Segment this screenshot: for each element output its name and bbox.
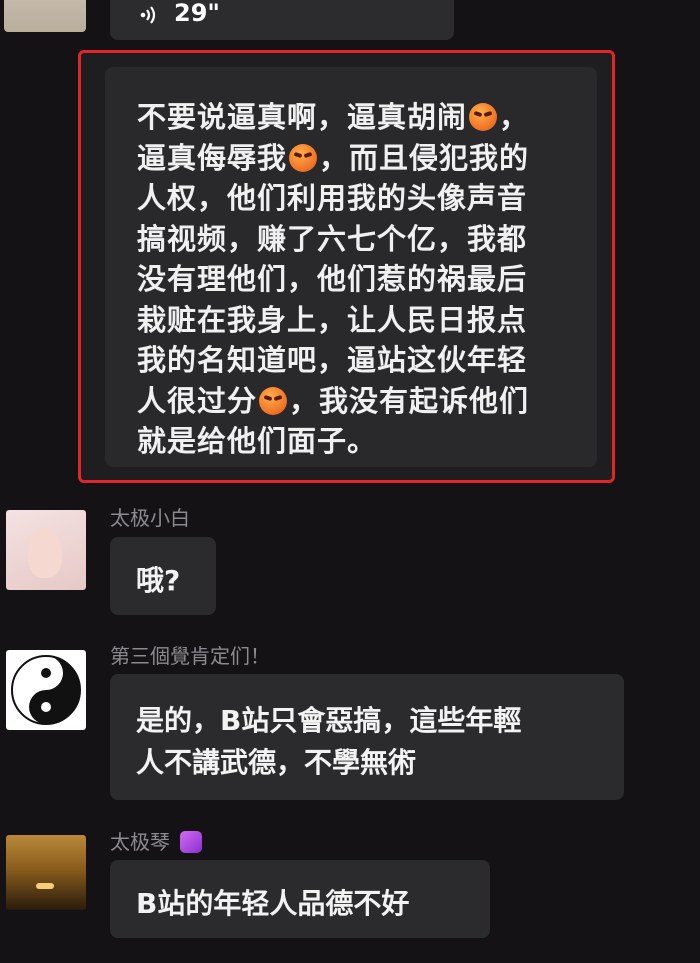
message-bubble[interactable]: 是的，B站只會惡搞，這些年輕 人不講武德，不學無術 — [110, 674, 624, 800]
message-text-line-1: 是的，B站只會惡搞，這些年輕 — [136, 704, 522, 737]
highlighted-text-segment: 就是给他们面子。 — [137, 424, 378, 458]
highlighted-text-segment: 不要说逼真啊，逼真胡闹 — [137, 100, 468, 134]
avatar-light — [36, 883, 54, 889]
highlighted-text-line: 搞视频，赚了六七个亿，我都 — [137, 219, 597, 260]
highlighted-message-frame: 不要说逼真啊，逼真胡闹 ， 逼真侮辱我 ，而且侵犯我的人权，他们利用我的头像声音 搞视频… — [78, 50, 615, 483]
highlighted-text-segment: 栽赃在我身上，让人民日报点 — [137, 302, 528, 337]
member-badge-icon — [180, 831, 203, 853]
highlighted-text-segment: 没有理他们，他们惹的祸最后 — [137, 262, 528, 296]
message-bubble[interactable]: 哦? — [110, 537, 216, 615]
message-text: B站的年轻人品德不好 — [136, 887, 410, 920]
avatar-taiji-xiaobai[interactable] — [6, 510, 86, 590]
angry-face-emoji — [469, 103, 498, 131]
highlighted-text-segment: 人很过分 — [137, 383, 258, 418]
highlighted-text-line: 人很过分 ，我没有起诉他们 — [137, 381, 597, 422]
highlighted-text-line: 人权，他们利用我的头像声音 — [137, 178, 597, 219]
angry-face-emoji — [289, 143, 318, 172]
sender-name: 第三個覺肯定们！ — [110, 644, 270, 668]
highlighted-text-line: 没有理他们，他们惹的祸最后 — [137, 259, 597, 300]
voice-duration: 29" — [174, 0, 220, 27]
highlighted-text-segment: ，我没有起诉他们 — [289, 383, 530, 418]
highlighted-message-text: 不要说逼真啊，逼真胡闹 ， 逼真侮辱我 ，而且侵犯我的人权，他们利用我的头像声音 搞视频… — [137, 97, 597, 462]
angry-face-emoji — [259, 386, 288, 415]
avatar-taiji-qin[interactable] — [6, 835, 86, 910]
message-text: 哦? — [136, 564, 181, 597]
highlighted-text-line: 就是给他们面子。 — [137, 421, 597, 462]
avatar-figure — [28, 528, 62, 578]
highlighted-text-segment: 我的名知道吧，逼站这伙年轻 — [137, 343, 528, 377]
avatar-yin-yang[interactable] — [6, 650, 86, 730]
yin-yang-icon — [11, 655, 81, 725]
sender-name: 太极小白 — [110, 506, 190, 530]
voice-message-bubble[interactable]: 29" — [110, 0, 454, 40]
avatar-top[interactable] — [4, 0, 86, 32]
highlighted-text-line: 不要说逼真啊，逼真胡闹 ， — [137, 97, 597, 138]
highlighted-text-segment: 搞视频，赚了六七个亿，我都 — [137, 221, 528, 256]
message-text-line-2: 人不講武德，不學無術 — [136, 746, 417, 779]
highlighted-text-line: 我的名知道吧，逼站这伙年轻 — [137, 340, 597, 381]
sender-name: 太极琴 — [110, 830, 203, 854]
voice-wave-icon — [138, 4, 160, 26]
highlighted-text-segment: ， — [499, 100, 530, 134]
highlighted-text-line: 逼真侮辱我 ，而且侵犯我的 — [137, 138, 597, 179]
message-bubble[interactable]: B站的年轻人品德不好 — [110, 860, 490, 938]
highlighted-text-line: 栽赃在我身上，让人民日报点 — [137, 300, 597, 341]
highlighted-message-bubble[interactable]: 不要说逼真啊，逼真胡闹 ， 逼真侮辱我 ，而且侵犯我的人权，他们利用我的头像声音 搞视频… — [105, 67, 597, 467]
highlighted-text-segment: 逼真侮辱我 — [137, 140, 288, 175]
highlighted-text-segment: 人权，他们利用我的头像声音 — [137, 181, 528, 215]
highlighted-text-segment: ，而且侵犯我的 — [319, 140, 530, 175]
